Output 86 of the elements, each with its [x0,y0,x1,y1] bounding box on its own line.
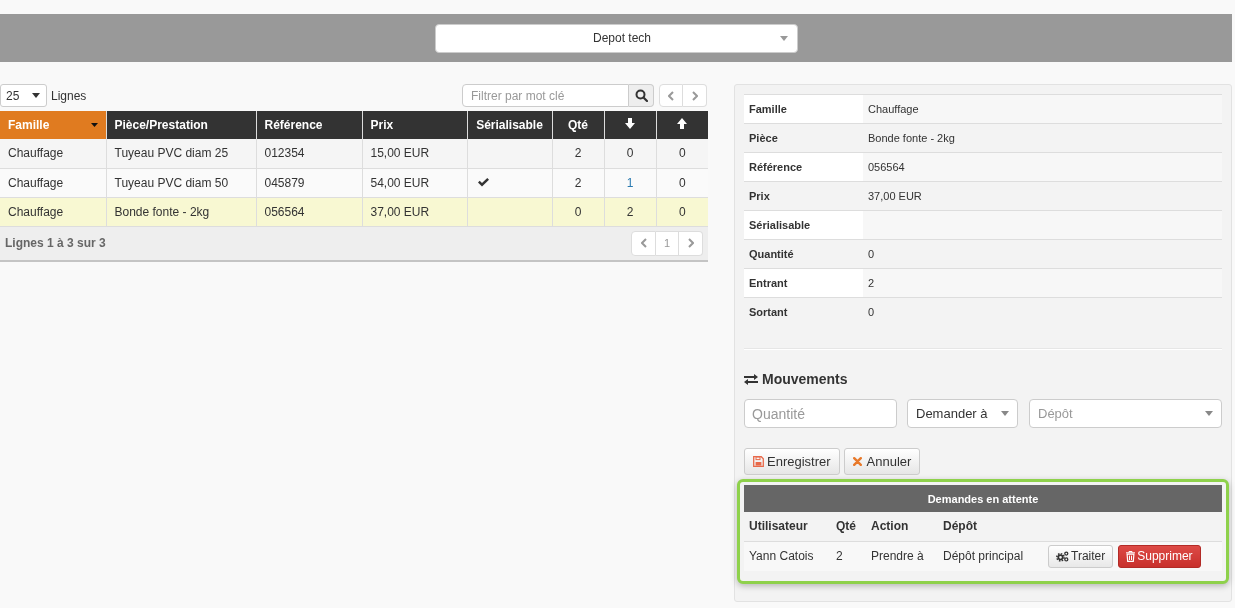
column-header: Utilisateur [744,512,831,541]
sort-caret-icon [90,123,98,127]
table-cell: 37,00 EUR [362,197,467,226]
caret-icon [1001,411,1009,416]
detail-value: 0 [863,239,1222,269]
detail-label: Entrant [744,268,863,298]
table-cell: Chauffage [0,197,106,226]
detail-label: Famille [744,94,863,124]
table-cell: 056564 [256,197,362,226]
table-cell: Yann Catois [744,541,831,571]
table-cell: Prendre à [866,541,938,571]
table-cell: 0 [656,168,708,197]
page-size-label: Lignes [51,88,87,103]
detail-value: Bonde fonte - 2kg [863,123,1222,153]
caret-icon [779,35,788,41]
detail-label: Sérialisable [744,210,863,240]
table-cell: Tuyeau PVC diam 25 [106,139,256,168]
filter-field[interactable]: Filtrer par mot clé [462,84,629,107]
exchange-icon [744,373,758,385]
column-header[interactable] [604,111,656,139]
search-icon [634,89,648,102]
caret-icon [1205,411,1213,416]
next-page-button[interactable] [679,230,703,256]
depot-select[interactable]: Depot tech [434,23,798,53]
next-page-button[interactable] [683,84,707,107]
search-button[interactable] [629,84,654,107]
detail-value: Chauffage [863,94,1222,124]
table-cell: 0 [656,197,708,226]
cancel-button[interactable]: Annuler [843,448,921,475]
table-cell: Bonde fonte - 2kg [106,197,256,226]
table-cell: 0 [604,139,656,168]
column-header[interactable]: Référence [256,111,362,139]
detail-value: 056564 [863,152,1222,182]
arrow-down-icon [625,118,635,129]
table-cell: 2 [604,197,656,226]
action-select[interactable]: Demander à [907,399,1018,428]
detail-label: Pièce [744,123,863,153]
column-header[interactable] [656,111,708,139]
save-button[interactable]: Enregistrer [744,448,840,475]
table-cell: Tuyeau PVC diam 50 [106,168,256,197]
table-cell: Dépôt principal [938,541,1043,571]
detail-label: Prix [744,181,863,211]
table-cell: 0 [656,139,708,168]
detail-label: Quantité [744,239,863,269]
table-row[interactable]: Chauffage Bonde fonte - 2kg 056564 37,00 EUR 0 2 0 [0,197,708,226]
gears-icon [1056,550,1069,562]
delete-button[interactable]: Supprimer [1118,544,1201,568]
chevron-right-icon [687,238,694,248]
page-size-select[interactable]: 25 [0,84,47,107]
column-header[interactable]: Qté [552,111,604,139]
chevron-left-icon [640,238,647,248]
table-row[interactable]: Chauffage Tuyeau PVC diam 25 012354 15,00 EUR 2 0 0 [0,139,708,168]
chevron-right-icon [691,90,698,101]
table-cell: 15,00 EUR [362,139,467,168]
column-header[interactable]: Pièce/Prestation [106,111,256,139]
row-count-label: Lignes 1 à 3 sur 3 [5,236,106,250]
table-cell: 2 [552,168,604,197]
table-cell: Chauffage [0,168,106,197]
table-cell: 045879 [256,168,362,197]
previous-page-button[interactable] [631,230,656,256]
table-cell[interactable]: 1 [604,168,656,197]
table-cell: 0 [552,197,604,226]
previous-page-button[interactable] [659,84,683,107]
arrow-up-icon [677,118,688,129]
table-cell: Chauffage [0,139,106,168]
table-cell: 012354 [256,139,362,168]
trash-icon [1126,550,1136,562]
column-header: Qté [831,512,866,541]
table-cell: 54,00 EUR [362,168,467,197]
table-row[interactable]: Chauffage Tuyeau PVC diam 50 045879 54,00 EUR 2 1 0 [0,168,708,197]
table-cell: 2 [552,139,604,168]
close-icon [852,457,862,466]
chevron-left-icon [668,90,674,101]
column-header: Dépôt [938,512,1043,541]
quantity-field[interactable]: Quantité [744,399,897,428]
column-header[interactable]: Prix [362,111,467,139]
table-cell: 2 [831,541,866,571]
detail-value: 37,00 EUR [863,181,1222,211]
process-button[interactable]: Traiter [1048,544,1114,568]
detail-value: 2 [863,268,1222,298]
column-header[interactable]: Sérialisable [467,111,552,139]
section-title: Mouvements [762,371,848,387]
detail-label: Référence [744,152,863,182]
pending-requests-title: Demandes en attente [744,485,1222,512]
column-header: Action [866,512,938,541]
caret-icon [32,93,40,98]
